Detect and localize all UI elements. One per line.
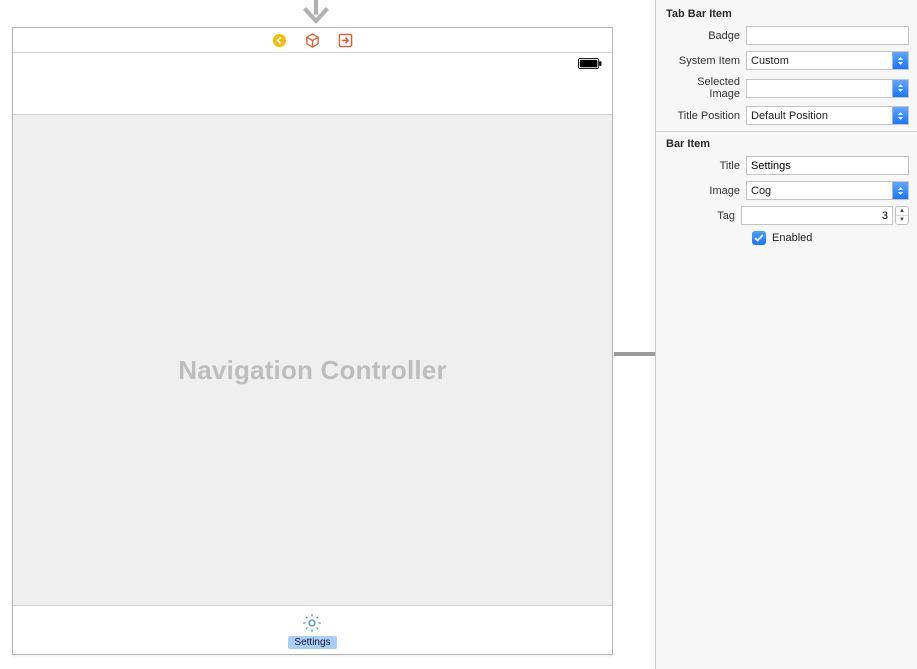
- row-title: Title: [664, 156, 909, 175]
- label-badge: Badge: [664, 30, 746, 42]
- system-item-select[interactable]: Custom: [746, 51, 909, 70]
- row-title-position: Title Position Default Position: [664, 106, 909, 125]
- scene-content: Navigation Controller: [13, 115, 612, 625]
- row-image: Image Cog: [664, 181, 909, 200]
- stepper-arrows-icon: [892, 80, 908, 97]
- label-enabled: Enabled: [772, 232, 812, 244]
- stepper-down-icon[interactable]: ▼: [896, 216, 908, 224]
- tab-bar: Settings: [13, 605, 612, 654]
- selection-connector: [614, 352, 656, 356]
- stepper-arrows-icon: [892, 182, 908, 199]
- row-tag: Tag ▲ ▼: [664, 206, 909, 225]
- label-tag: Tag: [664, 210, 741, 222]
- tab-item-settings[interactable]: Settings: [288, 612, 336, 649]
- segue-arrow-icon: [290, 0, 342, 28]
- row-badge: Badge: [664, 26, 909, 45]
- title-position-select[interactable]: Default Position: [746, 106, 909, 125]
- storyboard-canvas[interactable]: Navigation Controller Settings: [0, 0, 655, 669]
- scene-content-label: Navigation Controller: [178, 355, 447, 386]
- label-title-position: Title Position: [664, 110, 746, 122]
- battery-icon: [578, 58, 602, 69]
- scene-nav-icon[interactable]: [272, 33, 287, 48]
- navigation-bar: [13, 73, 612, 115]
- enabled-checkbox[interactable]: [752, 231, 766, 245]
- section-divider: [656, 131, 917, 132]
- cog-icon: [301, 612, 323, 634]
- section-title-bar-item: Bar Item: [666, 138, 909, 150]
- selected-image-select[interactable]: [746, 79, 909, 98]
- stepper-arrows-icon: [892, 107, 908, 124]
- title-field[interactable]: [746, 156, 909, 175]
- stepper-arrows-icon: [892, 52, 908, 69]
- row-selected-image: Selected Image: [664, 76, 909, 100]
- navigation-controller-scene[interactable]: Navigation Controller Settings: [12, 27, 613, 655]
- badge-field[interactable]: [746, 26, 909, 45]
- label-selected-image: Selected Image: [664, 76, 746, 100]
- stepper-up-icon[interactable]: ▲: [896, 207, 908, 216]
- image-select[interactable]: Cog: [746, 181, 909, 200]
- section-title-tab-bar-item: Tab Bar Item: [666, 8, 909, 20]
- status-bar: [13, 53, 612, 73]
- tag-field[interactable]: [741, 206, 893, 225]
- scene-exit-icon[interactable]: [338, 33, 353, 48]
- attributes-inspector: Tab Bar Item Badge System Item Custom Se…: [656, 0, 917, 669]
- label-system-item: System Item: [664, 55, 746, 67]
- label-title: Title: [664, 160, 746, 172]
- row-enabled: Enabled: [752, 231, 909, 245]
- scene-first-responder-icon[interactable]: [305, 33, 320, 48]
- label-image: Image: [664, 185, 746, 197]
- row-system-item: System Item Custom: [664, 51, 909, 70]
- scene-toolbar: [13, 28, 612, 53]
- tab-item-label: Settings: [288, 636, 336, 649]
- tag-stepper[interactable]: ▲ ▼: [895, 206, 909, 225]
